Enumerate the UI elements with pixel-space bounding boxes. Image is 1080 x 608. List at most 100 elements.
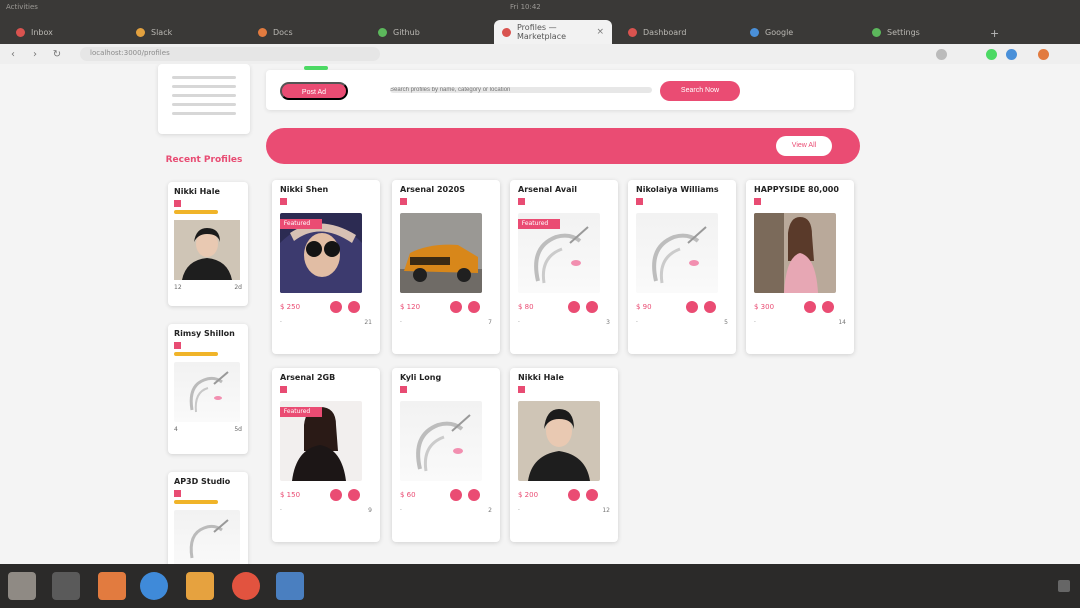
share-icon[interactable] [348,489,360,501]
search-input[interactable] [390,87,652,93]
tab-6[interactable]: Dashboard [620,20,738,44]
flag-icon [754,198,761,205]
profile-card[interactable]: HAPPYSIDE 80,000 $ 300 · 14 [746,180,854,354]
text-line [172,94,236,97]
share-icon[interactable] [468,301,480,313]
tab-0[interactable]: Inbox [8,20,126,44]
extension-icon[interactable] [936,49,947,60]
share-icon[interactable] [704,301,716,313]
os-clock[interactable]: Fri 10:42 [510,3,541,11]
person-image [174,220,240,280]
office-app-icon[interactable] [98,572,126,600]
favorite-icon[interactable] [330,301,342,313]
views-label: · [280,319,282,326]
profile-card[interactable]: Arsenal 2GB Featured $ 150 · 9 [272,368,380,542]
profile-photo-placeholder[interactable] [636,213,718,293]
profile-photo[interactable]: Featured [280,213,362,293]
sublime-app-icon[interactable] [186,572,214,600]
profile-name: Arsenal 2GB [280,373,336,382]
close-tab-icon[interactable]: × [596,27,604,37]
profile-name: Nikolaiya Williams [636,185,719,194]
tab-8[interactable]: Settings [864,20,982,44]
flag-icon [518,386,525,393]
flag-icon [174,342,181,349]
chrome-app-icon[interactable] [140,572,168,600]
view-count: 12 [174,284,182,291]
extension-icon[interactable] [986,49,997,60]
profile-photo[interactable]: Featured [280,401,362,481]
views-label: · [636,319,638,326]
profile-card[interactable]: Nikolaiya Williams $ 90 · 5 [628,180,736,354]
favorite-icon[interactable] [450,489,462,501]
profile-card[interactable]: Nikki Shen Featured $ 250 · 21 [272,180,380,354]
share-icon[interactable] [586,489,598,501]
tab-label: Google [765,27,794,37]
back-icon[interactable]: ‹ [4,49,22,60]
share-icon[interactable] [468,489,480,501]
search-button[interactable]: Search Now [660,81,740,101]
flag-icon [518,198,525,205]
post-ad-button[interactable]: Post Ad [280,82,348,100]
view-all-button[interactable]: View All [776,136,832,156]
extension-icon[interactable] [1006,49,1017,60]
profile-card[interactable]: Nikki Hale $ 200 · 12 [510,368,618,542]
sidebar-profile-card[interactable]: Nikki Hale 12 2d [168,182,248,306]
tab-7[interactable]: Google [742,20,860,44]
tab-2[interactable]: Docs [250,20,368,44]
profile-avatar[interactable] [1038,49,1049,60]
unicorn-placeholder-icon [189,519,229,559]
tab-3[interactable]: Github [370,20,488,44]
posted-time: 5d [234,426,242,433]
forward-icon[interactable]: › [26,49,44,60]
favorite-icon[interactable] [568,301,580,313]
favorite-icon[interactable] [804,301,816,313]
browser-tab-bar: Inbox Slack Docs Github Profiles — Marke… [0,14,1080,44]
text-editor-app-icon[interactable] [276,572,304,600]
price-label: $ 150 [280,491,301,499]
share-icon[interactable] [822,301,834,313]
files-app-icon[interactable] [8,572,36,600]
text-line [172,76,236,79]
favorite-icon[interactable] [686,301,698,313]
profile-photo[interactable] [174,220,240,280]
profile-card[interactable]: Arsenal Avail Featured $ 80 · 3 [510,180,618,354]
profile-photo[interactable] [518,401,600,481]
views-label: · [518,507,520,514]
flag-icon [280,198,287,205]
price-label: $ 250 [280,303,301,311]
reload-icon[interactable]: ↻ [48,49,66,60]
share-icon[interactable] [348,301,360,313]
profile-photo-placeholder[interactable] [174,362,240,422]
price-label: $ 120 [400,303,421,311]
new-tab-icon[interactable]: + [990,27,999,40]
text-line [172,112,236,115]
sidebar-profile-card[interactable]: AP3D Studio [168,472,248,564]
profile-photo[interactable] [754,213,836,293]
favorite-icon[interactable] [450,301,462,313]
profile-photo-placeholder[interactable] [174,510,240,564]
os-activities-label[interactable]: Activities [6,3,38,11]
sidebar-profile-card[interactable]: Rimsy Shillon 4 5d [168,324,248,454]
system-tray-icon[interactable] [1058,580,1070,592]
profile-photo-placeholder[interactable] [400,401,482,481]
profile-grid: Nikki Shen Featured $ 250 · 21 Arsenal 2… [272,180,862,560]
os-taskbar [0,564,1080,608]
postman-app-icon[interactable] [232,572,260,600]
favorite-icon[interactable] [330,489,342,501]
profile-photo[interactable] [400,213,482,293]
address-bar[interactable]: localhost:3000/profiles [80,47,380,61]
tab-active[interactable]: Profiles — Marketplace × [494,20,612,44]
profile-photo-placeholder[interactable]: Featured [518,213,600,293]
profile-card[interactable]: Kyli Long $ 60 · 2 [392,368,500,542]
tab-label: Profiles — Marketplace [517,23,567,41]
favorite-icon[interactable] [568,489,580,501]
price-label: $ 300 [754,303,775,311]
views-label: · [518,319,520,326]
terminal-app-icon[interactable] [52,572,80,600]
views-label: · [400,319,402,326]
tab-1[interactable]: Slack [128,20,246,44]
recent-profiles-title: Recent Profiles [165,155,243,165]
share-icon[interactable] [586,301,598,313]
profile-card[interactable]: Arsenal 2020S $ 120 · 7 [392,180,500,354]
profile-name: AP3D Studio [174,477,231,486]
